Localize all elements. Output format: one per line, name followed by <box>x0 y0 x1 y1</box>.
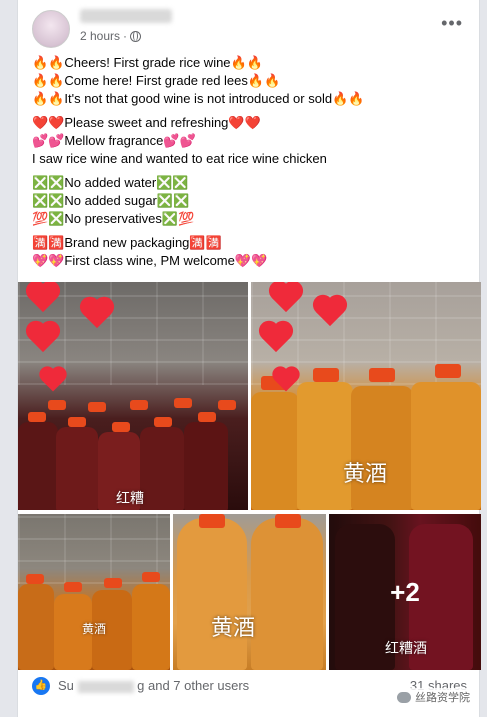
text-line: 💯❎No preservatives❎💯 <box>32 211 195 226</box>
bottle <box>140 427 184 510</box>
photo-yellow-wine-bottles[interactable]: 黄酒 <box>251 282 481 510</box>
text-line: 💕💕Mellow fragrance💕💕 <box>32 133 196 148</box>
bottle-cap <box>48 400 66 410</box>
author-name-blurred[interactable] <box>80 9 172 23</box>
bottle-cap <box>199 514 225 528</box>
bottle <box>18 422 58 510</box>
reactors-suffix: g and 7 other users <box>137 678 250 693</box>
globe-icon <box>130 30 142 42</box>
bottle-cap <box>369 368 395 382</box>
bottle-cap <box>275 514 301 528</box>
avatar[interactable] <box>32 10 70 48</box>
bottle-cap <box>142 572 160 582</box>
photo-watermark: 黄酒 <box>343 462 388 487</box>
bottle <box>351 386 413 510</box>
post-card: 2 hours · ••• 🔥🔥Cheers! First grade rice… <box>17 0 481 717</box>
heart-sticker-icon <box>272 367 299 394</box>
heart-sticker-icon <box>80 298 114 332</box>
post-meta: 2 hours · <box>80 29 142 43</box>
text-line: 🈵🈵Brand new packaging🈵🈵 <box>32 235 222 250</box>
text-line: 🔥🔥It's not that good wine is not introdu… <box>32 91 365 106</box>
bottle-cap <box>104 578 122 588</box>
like-reaction-icon[interactable]: 👍 <box>32 677 50 695</box>
photo-watermark: 红糟酒 <box>385 641 427 657</box>
bottle-cap <box>218 400 236 410</box>
bottle <box>251 518 323 670</box>
reactor-name-blurred <box>77 680 134 693</box>
bottle-cap <box>174 398 192 408</box>
text-line: ❎❎No added water❎❎ <box>32 175 189 190</box>
bottle <box>184 422 228 510</box>
bottle <box>251 392 299 510</box>
heart-sticker-icon <box>313 296 347 330</box>
text-line: 🔥🔥Come here! First grade red lees🔥🔥 <box>32 73 281 88</box>
reactors-prefix: Su <box>58 678 74 693</box>
heart-sticker-icon <box>259 322 293 356</box>
bottle <box>177 518 247 670</box>
wechat-icon <box>397 691 411 703</box>
bottle-cap <box>26 574 44 584</box>
bottle <box>411 382 481 510</box>
text-line: ❎❎No added sugar❎❎ <box>32 193 190 208</box>
post-timestamp[interactable]: 2 hours <box>80 29 120 43</box>
bottle-cap <box>28 412 46 422</box>
heart-sticker-icon <box>26 282 60 316</box>
bottle-cap <box>198 412 216 422</box>
wechat-watermark: 丝路资学院 <box>394 688 473 706</box>
photo-watermark: 黄酒 <box>82 622 107 636</box>
photo-yellow-wine-small[interactable]: 黄酒 <box>18 514 170 670</box>
bottle <box>18 584 54 670</box>
photo-red-wine-bottles[interactable]: 红糟 <box>18 282 248 510</box>
text-line: ❤️❤️Please sweet and refreshing❤️❤️ <box>32 115 261 130</box>
bottle-cap <box>88 402 106 412</box>
bottle-cap <box>112 422 130 432</box>
bottle-cap <box>130 400 148 410</box>
post-header: 2 hours · ••• <box>18 0 479 54</box>
photo-grid: 红糟 黄酒 黄酒 黄酒 +2 红糟酒 <box>18 282 481 670</box>
meta-separator: · <box>123 29 128 43</box>
bottle <box>56 427 98 510</box>
text-line: I saw rice wine and wanted to eat rice w… <box>32 151 327 166</box>
photo-watermark: 黄酒 <box>211 616 256 641</box>
heart-sticker-icon <box>269 282 303 316</box>
post-text: 🔥🔥Cheers! First grade rice wine🔥🔥 🔥🔥Come… <box>32 54 472 270</box>
heart-sticker-icon <box>39 367 66 394</box>
photo-yellow-wine-closeup[interactable]: 黄酒 <box>173 514 326 670</box>
bottle-cap <box>64 582 82 592</box>
photo-red-lees-wine[interactable]: +2 红糟酒 <box>329 514 481 670</box>
bottle-cap <box>313 368 339 382</box>
reactors-summary[interactable]: Su g and 7 other users <box>58 678 249 693</box>
photo-watermark: 红糟 <box>116 491 144 507</box>
more-options-icon[interactable]: ••• <box>441 14 463 32</box>
text-line: 💖💖First class wine, PM welcome💖💖 <box>32 253 268 268</box>
bottle <box>132 584 170 670</box>
heart-sticker-icon <box>26 322 60 356</box>
text-line: 🔥🔥Cheers! First grade rice wine🔥🔥 <box>32 55 263 70</box>
bottle-cap <box>68 417 86 427</box>
bottle <box>297 382 353 510</box>
bottle-cap <box>435 364 461 378</box>
watermark-text: 丝路资学院 <box>415 692 470 704</box>
bottle-cap <box>154 417 172 427</box>
